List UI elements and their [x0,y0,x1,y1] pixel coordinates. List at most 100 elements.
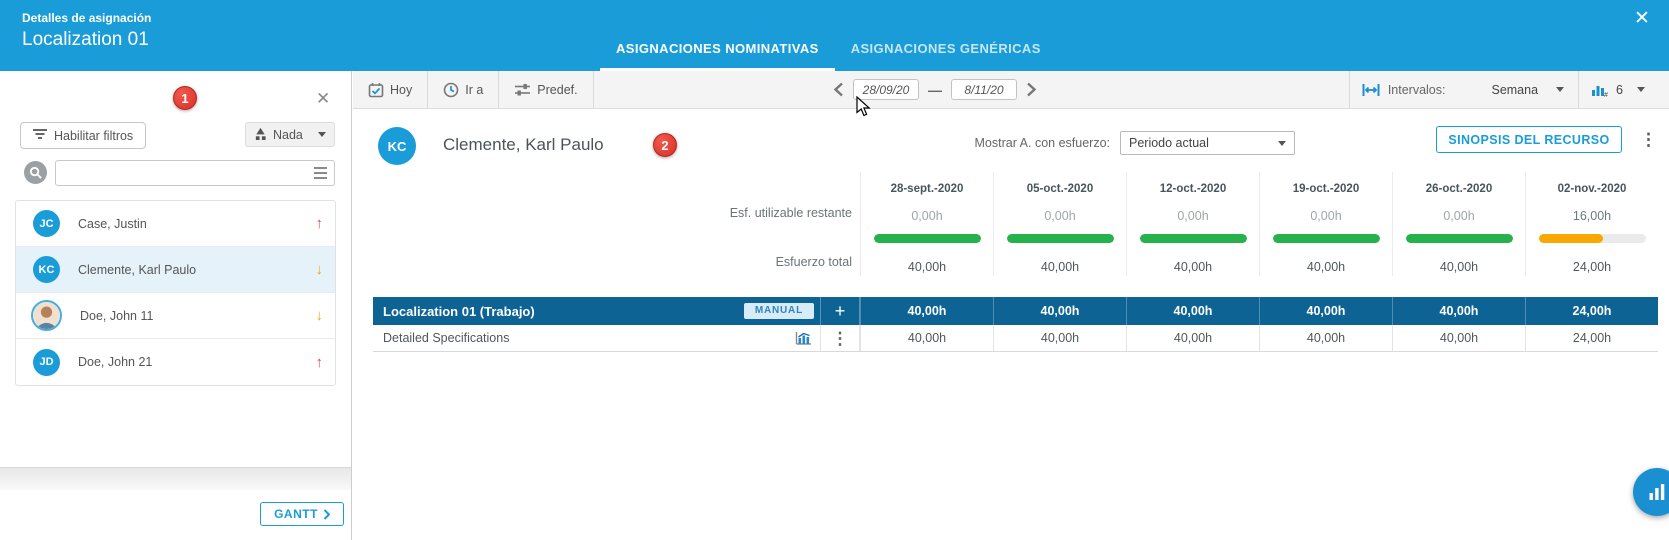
header: Detalles de asignación Localization 01 A… [0,0,1669,71]
toolbar-left-group: Hoy Ir a Predef. [353,71,594,108]
effort-period-value: Periodo actual [1129,136,1209,150]
period-header: 05-oct.-2020 [994,172,1126,202]
divider [1349,71,1350,108]
task-effort-cell[interactable]: 24,00h [1525,325,1658,351]
timeline-toolbar: Hoy Ir a Predef. — [353,71,1669,109]
utilization-bar [1007,234,1114,243]
chevron-down-icon [1278,141,1286,146]
period-column: 28-sept.-2020 0,00h 40,00h [860,172,993,276]
resource-name: Clemente, Karl Paulo [443,135,604,155]
interval-count-value[interactable]: 6 [1616,83,1623,97]
filter-icon [33,128,47,143]
utilization-bar [1140,234,1247,243]
project-name: Localization 01 (Trabajo) [383,304,744,319]
horizontal-scrollbar[interactable] [0,467,351,490]
annotation-badge-1: 1 [173,86,197,110]
list-item-clemente-karl-paulo[interactable]: KC Clemente, Karl Paulo ↓ [16,247,335,293]
utilization-bar [1406,234,1513,243]
list-item-doe-john-21[interactable]: JD Doe, John 21 ↑ [16,339,335,385]
task-row[interactable]: Detailed Specifications ⋮ 40,00h 40,00h … [373,325,1658,352]
remaining-value: 0,00h [1127,202,1259,230]
project-name-cell: Localization 01 (Trabajo) MANUAL [373,297,820,325]
show-effort-label: Mostrar A. con esfuerzo: [910,136,1110,150]
total-value: 40,00h [1260,254,1392,280]
period-column: 12-oct.-2020 0,00h 40,00h [1126,172,1259,276]
period-header: 26-oct.-2020 [1393,172,1525,202]
sidebar-close-icon[interactable]: ✕ [316,89,330,109]
go-to-button[interactable]: Ir a [428,71,498,108]
task-effort-cell[interactable]: 40,00h [1126,325,1259,351]
utilization-bar [1539,234,1646,243]
task-menu-cell: ⋮ [820,325,860,351]
total-value: 40,00h [1393,254,1525,280]
chevron-down-icon[interactable] [1637,87,1645,92]
search-icon[interactable] [24,161,47,184]
close-icon[interactable]: ✕ [1634,9,1650,28]
previous-period-icon[interactable] [833,82,844,97]
assignments-panel: KC Clemente, Karl Paulo 2 Mostrar A. con… [353,109,1669,540]
search-input[interactable] [56,161,307,185]
plus-icon[interactable]: + [835,302,846,320]
period-header: 19-oct.-2020 [1260,172,1392,202]
remaining-value: 0,00h [1393,202,1525,230]
breadcrumb: Detalles de asignación [22,11,151,25]
project-row[interactable]: Localization 01 (Trabajo) MANUAL + 40,00… [373,297,1658,325]
person-name: Doe, John 21 [78,355,316,369]
project-effort-cell[interactable]: 40,00h [860,297,993,325]
task-name: Detailed Specifications [383,331,795,345]
presets-button[interactable]: Predef. [499,71,592,108]
period-header: 12-oct.-2020 [1127,172,1259,202]
resource-sidebar: 1 ✕ Habilitar filtros Nada JC Case, Ju [0,71,352,540]
bar-chart-icon [1647,482,1667,502]
today-button[interactable]: Hoy [353,71,427,108]
list-item-doe-john-11[interactable]: Doe, John 11 ↓ [16,293,335,339]
task-effort-cell[interactable]: 40,00h [1259,325,1392,351]
search-options-icon[interactable] [307,167,334,179]
task-effort-cell[interactable]: 40,00h [860,325,993,351]
remaining-value: 0,00h [861,202,993,230]
remaining-value: 16,00h [1526,202,1658,230]
task-name-cell: Detailed Specifications [373,325,820,351]
search-field [55,160,335,186]
period-header: 28-sept.-2020 [861,172,993,202]
task-effort-cell[interactable]: 40,00h [993,325,1126,351]
divider [1578,71,1579,108]
date-to-input[interactable] [951,79,1017,100]
project-effort-cell[interactable]: 40,00h [993,297,1126,325]
enable-filters-label: Habilitar filtros [54,129,133,143]
period-column: 05-oct.-2020 0,00h 40,00h [993,172,1126,276]
project-effort-cell[interactable]: 40,00h [1259,297,1392,325]
task-effort-cell[interactable]: 40,00h [1392,325,1525,351]
chevron-down-icon [318,132,326,137]
tab-asignaciones-genericas[interactable]: ASIGNACIONES GENÉRICAS [835,34,1057,68]
project-effort-cell[interactable]: 40,00h [1126,297,1259,325]
list-item-case-justin[interactable]: JC Case, Justin ↑ [16,201,335,247]
tab-asignaciones-nominativas[interactable]: ASIGNACIONES NOMINATIVAS [600,34,835,71]
date-from-input[interactable] [853,79,919,100]
summary-labels: Esf. utilizable restante Esfuerzo total [373,172,860,276]
project-effort-cell[interactable]: 40,00h [1392,297,1525,325]
enable-filters-button[interactable]: Habilitar filtros [20,122,146,149]
project-effort-cell[interactable]: 24,00h [1525,297,1658,325]
clock-icon [443,82,459,98]
gantt-button[interactable]: GANTT [260,502,344,526]
effort-period-select[interactable]: Periodo actual [1120,131,1295,155]
trend-up-icon: ↑ [316,354,324,371]
more-options-icon[interactable]: ⋮ [1640,131,1657,148]
resource-synopsis-button[interactable]: SINOPSIS DEL RECURSO [1436,126,1622,153]
task-chart-icon[interactable] [795,331,812,345]
period-column: 02-nov.-2020 16,00h 24,00h [1525,172,1658,276]
resource-list: JC Case, Justin ↑ KC Clemente, Karl Paul… [15,200,336,386]
interval-count-icon: # [1591,82,1608,97]
period-column: 19-oct.-2020 0,00h 40,00h [1259,172,1392,276]
group-by-dropdown[interactable]: Nada [245,122,335,147]
intervals-label: Intervalos: [1388,83,1446,97]
task-more-options-icon[interactable]: ⋮ [832,330,849,347]
annotation-badge-2: 2 [653,133,677,157]
interval-value[interactable]: Semana [1491,83,1538,97]
next-period-icon[interactable] [1026,82,1037,97]
calendar-today-icon [368,82,384,98]
total-value: 40,00h [861,254,993,280]
histogram-fab-button[interactable] [1633,468,1669,516]
chevron-down-icon[interactable] [1556,87,1564,92]
